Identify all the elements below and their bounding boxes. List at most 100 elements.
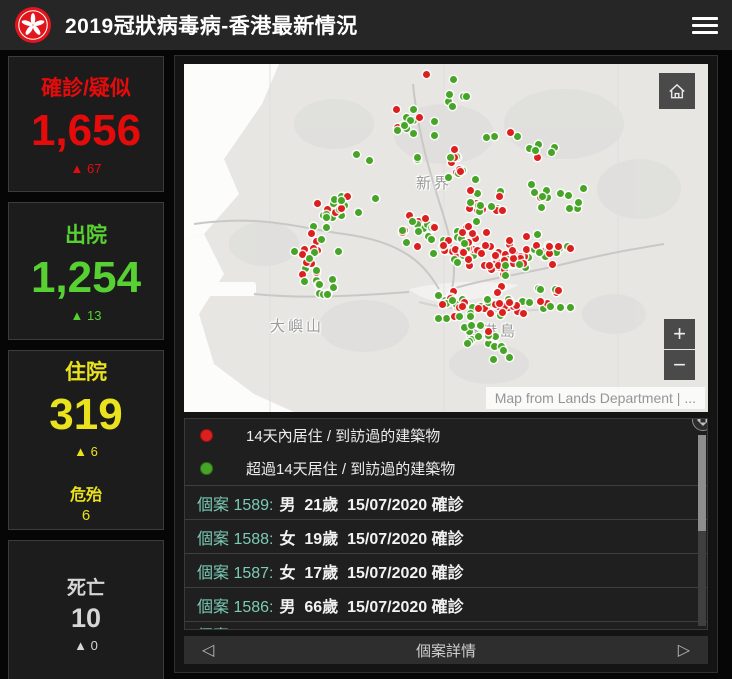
case-location-dot[interactable] — [460, 249, 467, 256]
case-location-dot[interactable] — [410, 130, 417, 137]
case-location-dot[interactable] — [566, 205, 573, 212]
case-location-dot[interactable] — [449, 103, 456, 110]
case-location-dot[interactable] — [532, 147, 539, 154]
case-location-dot[interactable] — [457, 168, 464, 175]
case-location-dot[interactable] — [467, 187, 474, 194]
case-location-dot[interactable] — [316, 281, 323, 288]
zoom-in-button[interactable]: + — [664, 319, 695, 349]
menu-icon[interactable] — [692, 13, 718, 37]
case-location-dot[interactable] — [491, 133, 498, 140]
case-location-dot[interactable] — [335, 248, 342, 255]
case-location-dot[interactable] — [306, 255, 313, 262]
case-location-dot[interactable] — [314, 200, 321, 207]
case-location-dot[interactable] — [574, 205, 581, 212]
case-location-dot[interactable] — [483, 229, 490, 236]
case-location-dot[interactable] — [355, 209, 362, 216]
case-id-link[interactable]: 個案 1587: — [197, 559, 274, 583]
case-location-dot[interactable] — [431, 118, 438, 125]
case-location-dot[interactable] — [500, 347, 507, 354]
case-location-dot[interactable] — [366, 157, 373, 164]
case-location-dot[interactable] — [526, 299, 533, 306]
case-location-dot[interactable] — [440, 242, 447, 249]
case-location-dot[interactable] — [523, 246, 530, 253]
case-location-dot[interactable] — [467, 313, 474, 320]
case-location-dot[interactable] — [492, 252, 499, 259]
case-location-dot[interactable] — [528, 181, 535, 188]
case-location-dot[interactable] — [415, 228, 422, 235]
case-location-dot[interactable] — [301, 278, 308, 285]
case-location-dot[interactable] — [430, 250, 437, 257]
case-location-dot[interactable] — [557, 190, 564, 197]
case-location-dot[interactable] — [537, 286, 544, 293]
case-id-link[interactable]: 個案 1589: — [197, 491, 274, 515]
case-location-dot[interactable] — [423, 71, 430, 78]
case-row[interactable]: 個案 1587:女 17歲 15/07/2020 確診 — [185, 553, 707, 587]
case-location-dot[interactable] — [477, 322, 484, 329]
case-row[interactable]: 個案 1586:男 66歲 15/07/2020 確診 — [185, 587, 707, 621]
case-location-dot[interactable] — [476, 208, 483, 215]
case-location-dot[interactable] — [477, 202, 484, 209]
case-location-dot[interactable] — [451, 146, 458, 153]
case-location-dot[interactable] — [567, 304, 574, 311]
case-location-dot[interactable] — [353, 151, 360, 158]
case-location-dot[interactable] — [338, 197, 345, 204]
case-location-dot[interactable] — [502, 272, 509, 279]
case-location-dot[interactable] — [499, 207, 506, 214]
case-location-dot[interactable] — [502, 262, 509, 269]
case-location-dot[interactable] — [308, 230, 315, 237]
case-location-dot[interactable] — [465, 223, 472, 230]
case-id-link[interactable]: 個案 1586: — [197, 593, 274, 617]
case-location-dot[interactable] — [487, 310, 494, 317]
case-row[interactable]: 個案 1585: — [185, 621, 707, 630]
case-location-dot[interactable] — [409, 218, 416, 225]
case-location-dot[interactable] — [468, 322, 475, 329]
case-location-dot[interactable] — [393, 106, 400, 113]
case-location-dot[interactable] — [534, 231, 541, 238]
case-location-dot[interactable] — [557, 304, 564, 311]
case-location-dot[interactable] — [338, 205, 345, 212]
case-location-dot[interactable] — [416, 114, 423, 121]
case-location-dot[interactable] — [492, 333, 499, 340]
case-location-dot[interactable] — [459, 303, 466, 310]
case-location-dot[interactable] — [519, 298, 526, 305]
case-location-dot[interactable] — [565, 192, 572, 199]
case-location-dot[interactable] — [461, 240, 468, 247]
case-location-dot[interactable] — [514, 133, 521, 140]
case-location-dot[interactable] — [538, 204, 545, 211]
case-location-dot[interactable] — [555, 287, 562, 294]
case-id-link[interactable]: 個案 1585: — [197, 622, 274, 630]
case-location-dot[interactable] — [344, 193, 351, 200]
case-location-dot[interactable] — [499, 309, 506, 316]
scrollbar-thumb[interactable] — [698, 435, 706, 531]
case-location-dot[interactable] — [461, 324, 468, 331]
case-location-dot[interactable] — [534, 154, 541, 161]
case-location-dot[interactable] — [547, 303, 554, 310]
case-location-dot[interactable] — [549, 261, 556, 268]
case-location-dot[interactable] — [459, 229, 466, 236]
case-location-dot[interactable] — [291, 248, 298, 255]
case-location-dot[interactable] — [454, 259, 461, 266]
case-location-dot[interactable] — [435, 292, 442, 299]
case-location-dot[interactable] — [478, 250, 485, 257]
case-location-dot[interactable] — [439, 301, 446, 308]
case-location-dot[interactable] — [410, 106, 417, 113]
zoom-out-button[interactable]: − — [664, 350, 695, 380]
case-location-dot[interactable] — [445, 174, 452, 181]
case-location-dot[interactable] — [323, 224, 330, 231]
case-location-dot[interactable] — [431, 132, 438, 139]
case-location-dot[interactable] — [435, 315, 442, 322]
case-location-dot[interactable] — [536, 249, 543, 256]
case-id-link[interactable]: 個案 1588: — [197, 525, 274, 549]
case-location-dot[interactable] — [330, 284, 337, 291]
case-location-dot[interactable] — [414, 154, 421, 161]
case-location-dot[interactable] — [428, 236, 435, 243]
case-location-dot[interactable] — [474, 190, 481, 197]
case-location-dot[interactable] — [394, 127, 401, 134]
case-location-dot[interactable] — [546, 250, 553, 257]
home-extent-button[interactable] — [659, 73, 695, 109]
case-location-dot[interactable] — [463, 93, 470, 100]
case-location-dot[interactable] — [403, 239, 410, 246]
map-canvas[interactable]: 新界大嶼山香港島 + − Map from Lands Department |… — [184, 64, 708, 412]
case-row[interactable]: 個案 1588:女 19歲 15/07/2020 確診 — [185, 519, 707, 553]
case-location-dot[interactable] — [310, 223, 317, 230]
